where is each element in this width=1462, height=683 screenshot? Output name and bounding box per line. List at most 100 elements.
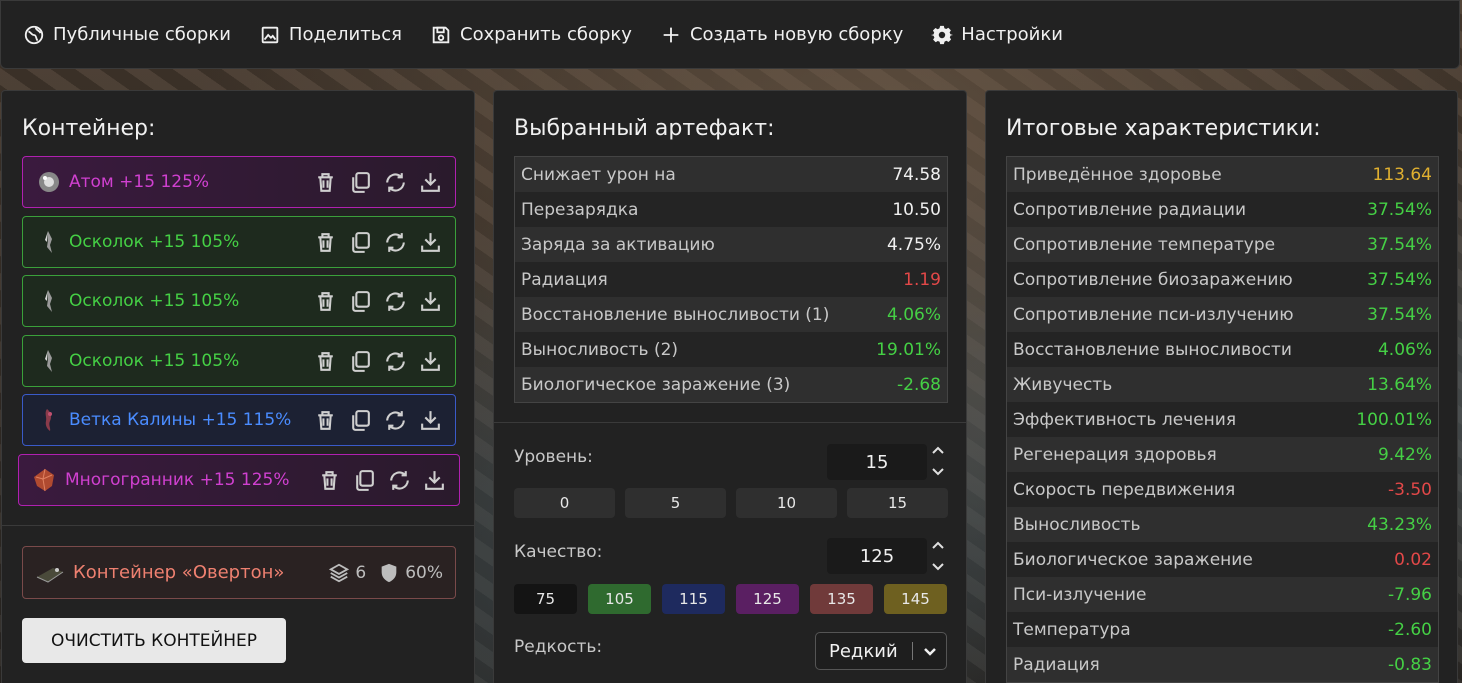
nav-save-build[interactable]: Сохранить сборку (430, 24, 632, 46)
artifact-slot-name: Ветка Калины +15 115% (69, 410, 292, 430)
stat-value: 4.06% (886, 304, 941, 325)
artifact-slot[interactable]: Осколок +15 105% (22, 216, 456, 268)
divider (2, 525, 474, 526)
level-input[interactable]: 15 (827, 444, 927, 480)
stat-row: Пси-излучение -7.96 (1007, 577, 1438, 612)
stat-label: Снижает урон на (521, 164, 676, 185)
stat-row: Эффективность лечения 100.01% (1007, 402, 1438, 437)
level-preset-button[interactable]: 10 (736, 488, 837, 518)
totals-stats-table: Приведённое здоровье 113.64 Сопротивление … (1006, 156, 1439, 683)
stat-label: Восстановление выносливости (1013, 339, 1292, 360)
stat-value: 1.19 (903, 269, 941, 290)
stat-label: Живучесть (1013, 374, 1113, 395)
totals-title: Итоговые характеристики: (1006, 116, 1321, 141)
container-protection-value: 60% (405, 562, 443, 583)
artifact-slot[interactable]: Осколок +15 105% (22, 275, 456, 327)
copy-icon[interactable] (348, 289, 373, 314)
artifact-slot[interactable]: Ветка Калины +15 115% (22, 394, 456, 446)
artifact-slot-name: Атом +15 125% (69, 172, 210, 192)
trash-icon[interactable] (317, 468, 342, 493)
copy-icon[interactable] (348, 230, 373, 255)
trash-icon[interactable] (313, 289, 338, 314)
level-preset-button[interactable]: 5 (625, 488, 726, 518)
nav-share-label: Поделиться (288, 24, 403, 45)
chevron-down-icon (923, 648, 936, 656)
chevron-down-icon[interactable] (931, 466, 945, 478)
artifact-slot[interactable]: Многогранник +15 125% (18, 454, 460, 506)
chevron-down-icon[interactable] (931, 561, 945, 573)
artifact-slot[interactable]: Атом +15 125% (22, 156, 456, 208)
trash-icon[interactable] (313, 349, 338, 374)
stat-value: 10.50 (892, 199, 941, 220)
copy-icon[interactable] (348, 408, 373, 433)
download-icon[interactable] (418, 289, 443, 314)
nav-new-build[interactable]: Создать новую сборку (660, 24, 903, 46)
artifact-slot-name: Многогранник +15 125% (65, 470, 290, 490)
rarity-select[interactable]: Редкий (815, 632, 947, 670)
rarity-label: Редкость: (514, 637, 603, 657)
rarity-select-value: Редкий (829, 640, 898, 662)
copy-icon[interactable] (348, 170, 373, 195)
artifact-icon (35, 287, 63, 315)
refresh-icon[interactable] (383, 170, 408, 195)
artifact-slot[interactable]: Осколок +15 105% (22, 335, 456, 387)
download-icon[interactable] (422, 468, 447, 493)
artifact-icon (35, 406, 63, 434)
container-info[interactable]: Контейнер «Овертон» 6 60% (22, 546, 456, 599)
copy-icon[interactable] (348, 349, 373, 374)
quality-preset-button[interactable]: 125 (736, 584, 799, 614)
stat-label: Восстановление выносливости (1) (521, 304, 830, 325)
container-item-icon (36, 567, 64, 583)
slot-actions (313, 289, 443, 314)
gear-icon (931, 25, 954, 44)
container-capacity-value: 6 (355, 562, 367, 583)
refresh-icon[interactable] (383, 289, 408, 314)
quality-preset-button[interactable]: 145 (884, 584, 947, 614)
stat-value: -7.96 (1388, 584, 1432, 605)
nav-share[interactable]: Поделиться (259, 24, 402, 46)
refresh-icon[interactable] (383, 408, 408, 433)
quality-preset-button[interactable]: 75 (514, 584, 577, 614)
chevron-up-icon[interactable] (931, 444, 945, 456)
refresh-icon[interactable] (383, 230, 408, 255)
quality-preset-button[interactable]: 105 (588, 584, 651, 614)
level-spinner[interactable] (931, 444, 945, 478)
quality-input[interactable]: 125 (827, 538, 927, 574)
stat-row: Скорость передвижения -3.50 (1007, 472, 1438, 507)
download-icon[interactable] (418, 230, 443, 255)
copy-icon[interactable] (352, 468, 377, 493)
quality-spinner[interactable] (931, 539, 945, 573)
trash-icon[interactable] (313, 408, 338, 433)
level-label: Уровень: (514, 447, 593, 467)
stat-row: Живучесть 13.64% (1007, 367, 1438, 402)
stat-value: 37.54% (1367, 269, 1432, 290)
trash-icon[interactable] (313, 230, 338, 255)
refresh-icon[interactable] (387, 468, 412, 493)
container-protection: 60% (378, 562, 443, 584)
slot-actions (313, 408, 443, 433)
nav-public-builds[interactable]: Публичные сборки (23, 24, 231, 46)
stat-row: Радиация -0.83 (1007, 647, 1438, 682)
level-presets: 0 5 10 15 (514, 488, 948, 518)
select-separator (911, 642, 913, 660)
refresh-icon[interactable] (383, 349, 408, 374)
chevron-up-icon[interactable] (931, 539, 945, 551)
level-preset-button[interactable]: 15 (847, 488, 948, 518)
stat-value: 13.64% (1367, 374, 1432, 395)
stat-row: Биологическое заражение 0.02 (1007, 542, 1438, 577)
stat-label: Сопротивление пси-излучению (1013, 304, 1294, 325)
artifact-icon (35, 228, 63, 256)
download-icon[interactable] (418, 349, 443, 374)
stat-value: 19.01% (876, 339, 941, 360)
clear-container-button[interactable]: ОЧИСТИТЬ КОНТЕЙНЕР (22, 618, 286, 663)
level-preset-button[interactable]: 0 (514, 488, 615, 518)
quality-preset-button[interactable]: 135 (810, 584, 873, 614)
nav-settings[interactable]: Настройки (931, 24, 1063, 46)
quality-preset-button[interactable]: 115 (662, 584, 725, 614)
stat-label: Радиация (1013, 654, 1100, 675)
trash-icon[interactable] (313, 170, 338, 195)
stat-value: 37.54% (1367, 234, 1432, 255)
stat-label: Сопротивление температуре (1013, 234, 1276, 255)
download-icon[interactable] (418, 170, 443, 195)
download-icon[interactable] (418, 408, 443, 433)
